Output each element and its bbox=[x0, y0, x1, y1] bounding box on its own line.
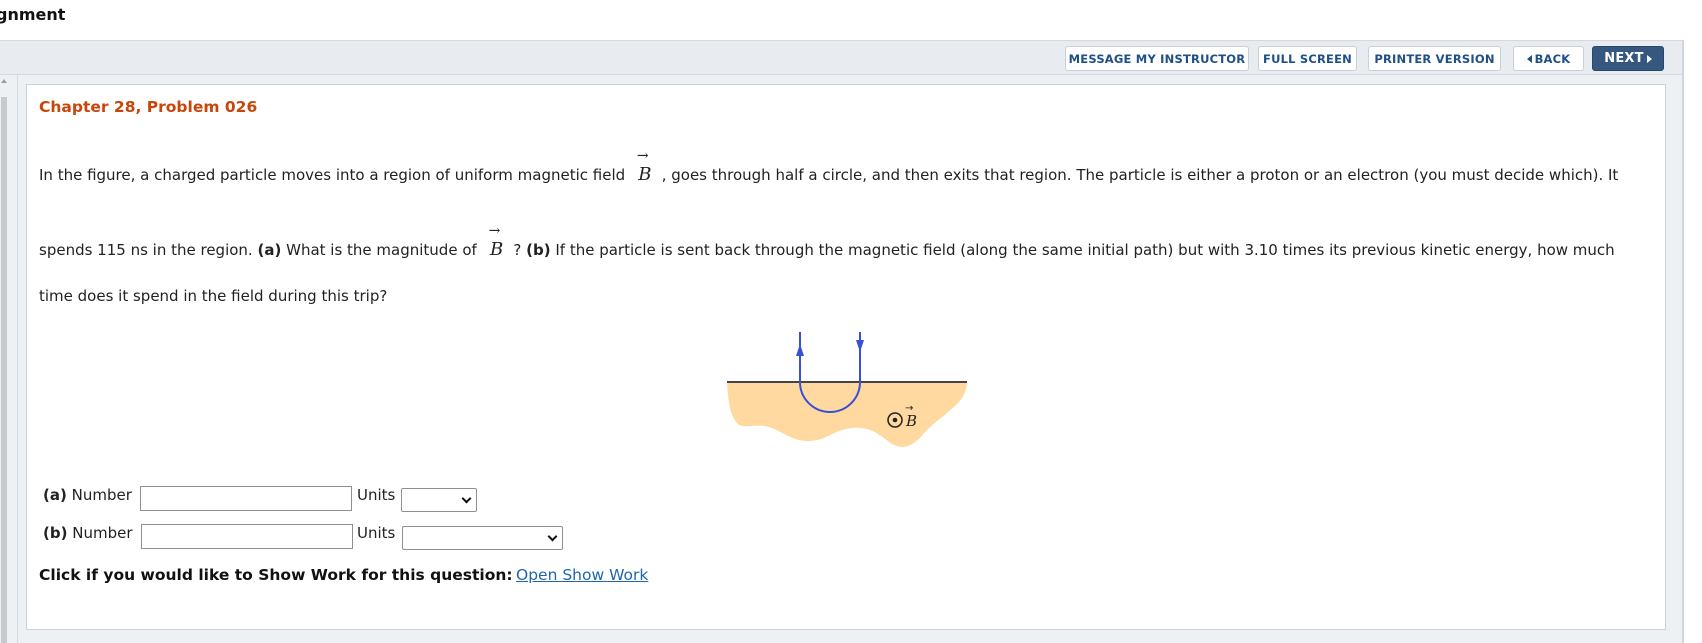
back-button[interactable]: BACK bbox=[1513, 46, 1584, 71]
magnetic-field-figure: → B bbox=[727, 332, 967, 447]
answer-a-units-select[interactable] bbox=[401, 488, 477, 512]
problem-title: Chapter 28, Problem 026 bbox=[39, 98, 258, 116]
scroll-up-icon[interactable] bbox=[1, 79, 7, 83]
answer-a-tag: (a) bbox=[43, 486, 67, 504]
field-label: B bbox=[905, 412, 917, 430]
back-label: BACK bbox=[1534, 51, 1571, 66]
question-text: What is the magnitude of bbox=[286, 241, 477, 259]
part-b-tag: (b) bbox=[526, 241, 551, 259]
caret-right-icon bbox=[1646, 54, 1652, 63]
answer-a-number-input[interactable] bbox=[140, 486, 352, 511]
left-scrollbar[interactable] bbox=[0, 75, 18, 643]
question-text: If the particle is sent back through the… bbox=[555, 241, 1615, 259]
number-label: Number bbox=[71, 486, 132, 504]
vector-b-symbol: → B bbox=[488, 223, 504, 260]
answer-b-number-input[interactable] bbox=[141, 524, 353, 549]
arrow-down-icon bbox=[856, 340, 864, 352]
full-screen-button[interactable]: FULL SCREEN bbox=[1258, 46, 1357, 71]
chevron-down-icon bbox=[547, 531, 558, 542]
show-work-prompt: Click if you would like to Show Work for… bbox=[39, 566, 513, 584]
message-instructor-button[interactable]: MESSAGE MY INSTRUCTOR bbox=[1065, 46, 1249, 71]
answer-b-units-select[interactable] bbox=[402, 526, 563, 550]
page-title: gnment bbox=[0, 5, 66, 24]
question-line-2: spends 115 ns in the region. (a) What is… bbox=[39, 223, 1615, 260]
units-label: Units bbox=[357, 486, 396, 504]
question-text: ? bbox=[513, 241, 522, 259]
question-line-3: time does it spend in the field during t… bbox=[39, 287, 388, 305]
number-label: Number bbox=[72, 524, 133, 542]
problem-figure: → B bbox=[722, 322, 972, 457]
assignment-toolbar: MESSAGE MY INSTRUCTOR FULL SCREEN PRINTE… bbox=[0, 40, 1684, 75]
question-text: , goes through half a circle, and then e… bbox=[661, 166, 1619, 184]
answer-b-tag: (b) bbox=[43, 524, 68, 542]
answer-a-label: (a) Number bbox=[43, 486, 132, 504]
next-label: NEXT bbox=[1604, 51, 1644, 66]
open-show-work-link[interactable]: Open Show Work bbox=[516, 566, 648, 584]
question-text: In the figure, a charged particle moves … bbox=[39, 166, 626, 184]
chevron-down-icon bbox=[461, 493, 472, 504]
question-line-1: In the figure, a charged particle moves … bbox=[39, 148, 1619, 185]
page-header: gnment bbox=[0, 0, 1702, 40]
scrollbar-thumb[interactable] bbox=[1, 97, 7, 643]
vector-b-symbol: → B bbox=[636, 148, 652, 185]
answer-b-label: (b) Number bbox=[43, 524, 133, 542]
question-text: spends 115 ns in the region. bbox=[39, 241, 253, 259]
page-right-edge bbox=[1682, 40, 1684, 643]
field-region bbox=[727, 382, 967, 447]
arrow-up-icon bbox=[796, 344, 804, 356]
part-a-tag: (a) bbox=[257, 241, 282, 259]
caret-left-icon bbox=[1526, 54, 1532, 63]
printer-version-button[interactable]: PRINTER VERSION bbox=[1368, 46, 1501, 71]
units-label: Units bbox=[357, 524, 396, 542]
next-button[interactable]: NEXT bbox=[1592, 46, 1664, 71]
